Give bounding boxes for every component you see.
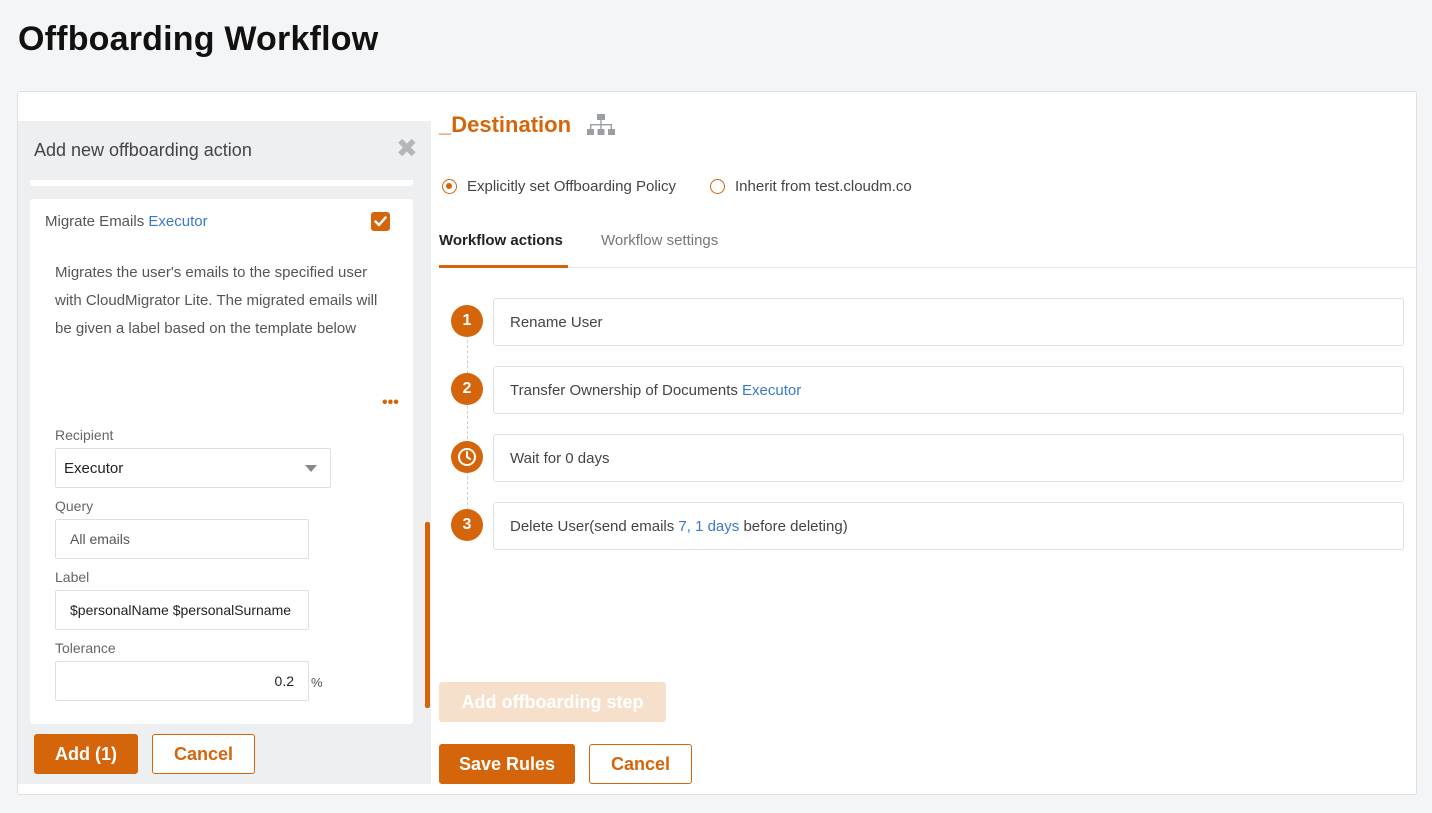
step-number-badge: 3 <box>451 509 483 541</box>
step-link-days[interactable]: 7, 1 days <box>678 518 739 535</box>
action-card-migrate-emails: Migrate Emails Executor Migrates the use… <box>30 199 413 724</box>
hierarchy-icon[interactable] <box>587 113 615 137</box>
tolerance-input[interactable] <box>55 661 309 701</box>
step-delete-user[interactable]: Delete User(send emails 7, 1 days before… <box>493 502 1404 550</box>
radio-explicit-policy[interactable]: Explicitly set Offboarding Policy <box>442 178 676 195</box>
tab-divider <box>439 267 1417 268</box>
query-input[interactable] <box>55 519 309 559</box>
cancel-add-button[interactable]: Cancel <box>152 734 255 774</box>
action-checkbox[interactable] <box>371 212 390 231</box>
step-text: Rename User <box>510 313 603 331</box>
cancel-button[interactable]: Cancel <box>589 744 692 784</box>
label-label: Label <box>55 569 90 585</box>
close-icon[interactable]: ✖ <box>396 135 418 161</box>
radio-button-selected[interactable] <box>442 179 457 194</box>
recipient-label: Recipient <box>55 427 114 443</box>
radio-inherit-label: Inherit from test.cloudm.co <box>735 178 912 195</box>
label-input[interactable] <box>55 590 309 630</box>
tolerance-unit: % <box>311 675 323 690</box>
recipient-select-value: Executor <box>64 460 124 477</box>
step-wait[interactable]: Wait for 0 days <box>493 434 1404 482</box>
destination-title: _Destination <box>439 112 572 137</box>
radio-button[interactable] <box>710 179 725 194</box>
step-rename-user[interactable]: Rename User <box>493 298 1404 346</box>
action-title-link[interactable]: Executor <box>148 213 207 230</box>
recipient-select[interactable]: Executor <box>55 448 331 488</box>
step-text: Transfer Ownership of Documents <box>510 381 743 399</box>
clock-icon <box>451 441 483 473</box>
action-title: Migrate Emails Executor <box>45 213 208 230</box>
step-text: Delete User(send emails <box>510 517 679 535</box>
panel-header: Add new offboarding action <box>34 140 252 160</box>
active-tab-indicator <box>439 265 568 268</box>
more-icon[interactable]: ••• <box>382 395 399 411</box>
radio-explicit-label: Explicitly set Offboarding Policy <box>467 178 676 195</box>
step-text: Wait for 0 days <box>510 449 610 467</box>
caret-down-icon <box>305 465 317 472</box>
action-description: Migrates the user's emails to the specif… <box>55 264 378 337</box>
step-transfer-ownership[interactable]: Transfer Ownership of Documents Executor <box>493 366 1404 414</box>
add-offboarding-step-button[interactable]: Add offboarding step <box>439 682 666 722</box>
step-link-executor[interactable]: Executor <box>742 382 801 399</box>
page-title: Offboarding Workflow <box>18 20 379 58</box>
previous-action-card-edge <box>30 180 413 186</box>
tolerance-label: Tolerance <box>55 640 116 656</box>
step-number-badge: 1 <box>451 305 483 337</box>
tab-workflow-settings[interactable]: Workflow settings <box>601 232 718 249</box>
add-button[interactable]: Add (1) <box>34 734 138 774</box>
tab-workflow-actions[interactable]: Workflow actions <box>439 232 563 249</box>
add-action-panel: Add new offboarding action ✖ Migrate Ema… <box>18 121 431 784</box>
scrollbar-thumb[interactable] <box>425 522 430 708</box>
step-text-suffix: before deleting) <box>739 517 848 535</box>
steps-connector <box>467 325 468 525</box>
action-title-text: Migrate Emails <box>45 213 145 230</box>
workflow-card: Add new offboarding action ✖ Migrate Ema… <box>17 91 1417 795</box>
query-label: Query <box>55 498 94 514</box>
save-rules-button[interactable]: Save Rules <box>439 744 575 784</box>
checkmark-icon <box>374 216 387 227</box>
radio-inherit-policy[interactable]: Inherit from test.cloudm.co <box>710 178 912 195</box>
step-number-badge: 2 <box>451 373 483 405</box>
